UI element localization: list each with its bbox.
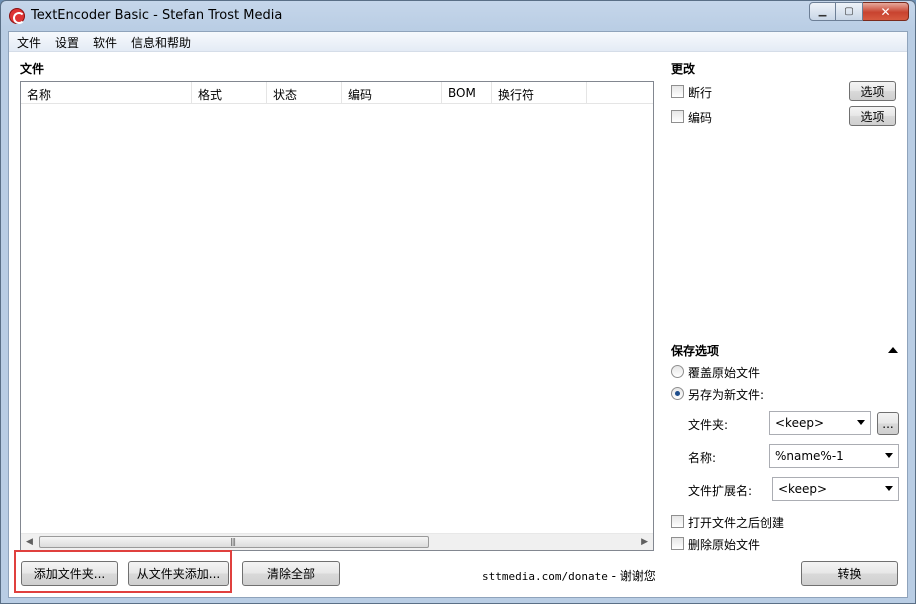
folder-label: 文件夹: xyxy=(688,418,729,432)
line-break-checkbox[interactable] xyxy=(671,85,684,98)
title-bar: TextEncoder Basic - Stefan Trost Media ▁… xyxy=(1,1,915,31)
horizontal-scrollbar[interactable]: ◀ ||| ▶ xyxy=(21,533,653,550)
column-header-line-break[interactable]: 换行符 xyxy=(492,82,587,104)
file-list-header: 名称 格式 状态 编码 BOM 换行符 xyxy=(21,82,653,104)
create-after-open-checkbox[interactable] xyxy=(671,515,684,528)
save-as-new-label: 另存为新文件: xyxy=(688,388,765,402)
folder-select[interactable]: <keep> xyxy=(769,411,871,435)
window-controls: ▁ ▢ ✕ xyxy=(809,2,909,21)
column-header-name[interactable]: 名称 xyxy=(21,82,192,104)
scroll-right-icon[interactable]: ▶ xyxy=(641,537,648,547)
extension-value: <keep> xyxy=(778,482,828,496)
main-client-area: 文件 设置 软件 信息和帮助 文件 名称 格式 状态 编码 BOM 换行符 ◀ … xyxy=(8,31,908,598)
chevron-down-icon xyxy=(885,453,893,458)
window-title: TextEncoder Basic - Stefan Trost Media xyxy=(31,8,283,23)
close-button[interactable]: ✕ xyxy=(863,2,909,21)
menu-file[interactable]: 文件 xyxy=(17,34,41,51)
convert-button[interactable]: 转换 xyxy=(801,561,898,586)
encoding-checkbox[interactable] xyxy=(671,110,684,123)
clear-all-button[interactable]: 清除全部 xyxy=(242,561,340,586)
name-value: %name%-1 xyxy=(775,449,844,463)
overwrite-original-radio[interactable] xyxy=(671,365,684,378)
app-logo-icon[interactable] xyxy=(9,8,25,24)
name-select[interactable]: %name%-1 xyxy=(769,444,899,468)
encoding-label: 编码 xyxy=(688,111,713,125)
maximize-icon: ▢ xyxy=(844,6,854,17)
extension-label: 文件扩展名: xyxy=(688,484,753,498)
donate-thanks: - 谢谢您 xyxy=(607,569,656,583)
donate-link[interactable]: sttmedia.com/donate - 谢谢您 xyxy=(482,567,656,584)
minimize-button[interactable]: ▁ xyxy=(809,2,836,21)
name-label: 名称: xyxy=(688,451,717,465)
close-icon: ✕ xyxy=(880,4,891,19)
folder-value: <keep> xyxy=(775,416,825,430)
files-section-title: 文件 xyxy=(20,62,45,76)
encoding-options-button[interactable]: 选项 xyxy=(849,106,896,126)
column-header-encoding[interactable]: 编码 xyxy=(342,82,442,104)
delete-original-checkbox[interactable] xyxy=(671,537,684,550)
overwrite-original-label: 覆盖原始文件 xyxy=(688,366,761,380)
create-after-open-label: 打开文件之后创建 xyxy=(688,516,785,530)
column-header-status[interactable]: 状态 xyxy=(267,82,342,104)
collapse-up-icon[interactable] xyxy=(888,347,898,353)
chevron-down-icon xyxy=(885,486,893,491)
menu-settings[interactable]: 设置 xyxy=(55,34,79,51)
column-header-format[interactable]: 格式 xyxy=(192,82,267,104)
highlight-annotation xyxy=(14,550,232,593)
menu-software[interactable]: 软件 xyxy=(93,34,117,51)
line-break-options-button[interactable]: 选项 xyxy=(849,81,896,101)
scrollbar-thumb[interactable]: ||| xyxy=(39,536,429,548)
save-as-new-radio[interactable] xyxy=(671,387,684,400)
column-header-bom[interactable]: BOM xyxy=(442,82,492,104)
extension-select[interactable]: <keep> xyxy=(772,477,899,501)
line-break-label: 断行 xyxy=(688,86,713,100)
scroll-left-icon[interactable]: ◀ xyxy=(26,537,33,547)
minimize-icon: ▁ xyxy=(818,6,827,17)
browse-folder-button[interactable]: ... xyxy=(877,412,899,435)
file-list[interactable]: 名称 格式 状态 编码 BOM 换行符 ◀ ||| ▶ xyxy=(20,81,654,551)
app-window: TextEncoder Basic - Stefan Trost Media ▁… xyxy=(0,0,916,604)
donate-url: sttmedia.com/donate xyxy=(482,570,608,583)
menu-info-help[interactable]: 信息和帮助 xyxy=(131,34,191,51)
changes-section-title: 更改 xyxy=(671,62,696,76)
delete-original-label: 删除原始文件 xyxy=(688,538,761,552)
save-options-title: 保存选项 xyxy=(671,344,720,358)
scroll-grip-icon: ||| xyxy=(230,537,236,546)
chevron-down-icon xyxy=(857,420,865,425)
menu-bar: 文件 设置 软件 信息和帮助 xyxy=(9,32,907,52)
maximize-button[interactable]: ▢ xyxy=(836,2,863,21)
